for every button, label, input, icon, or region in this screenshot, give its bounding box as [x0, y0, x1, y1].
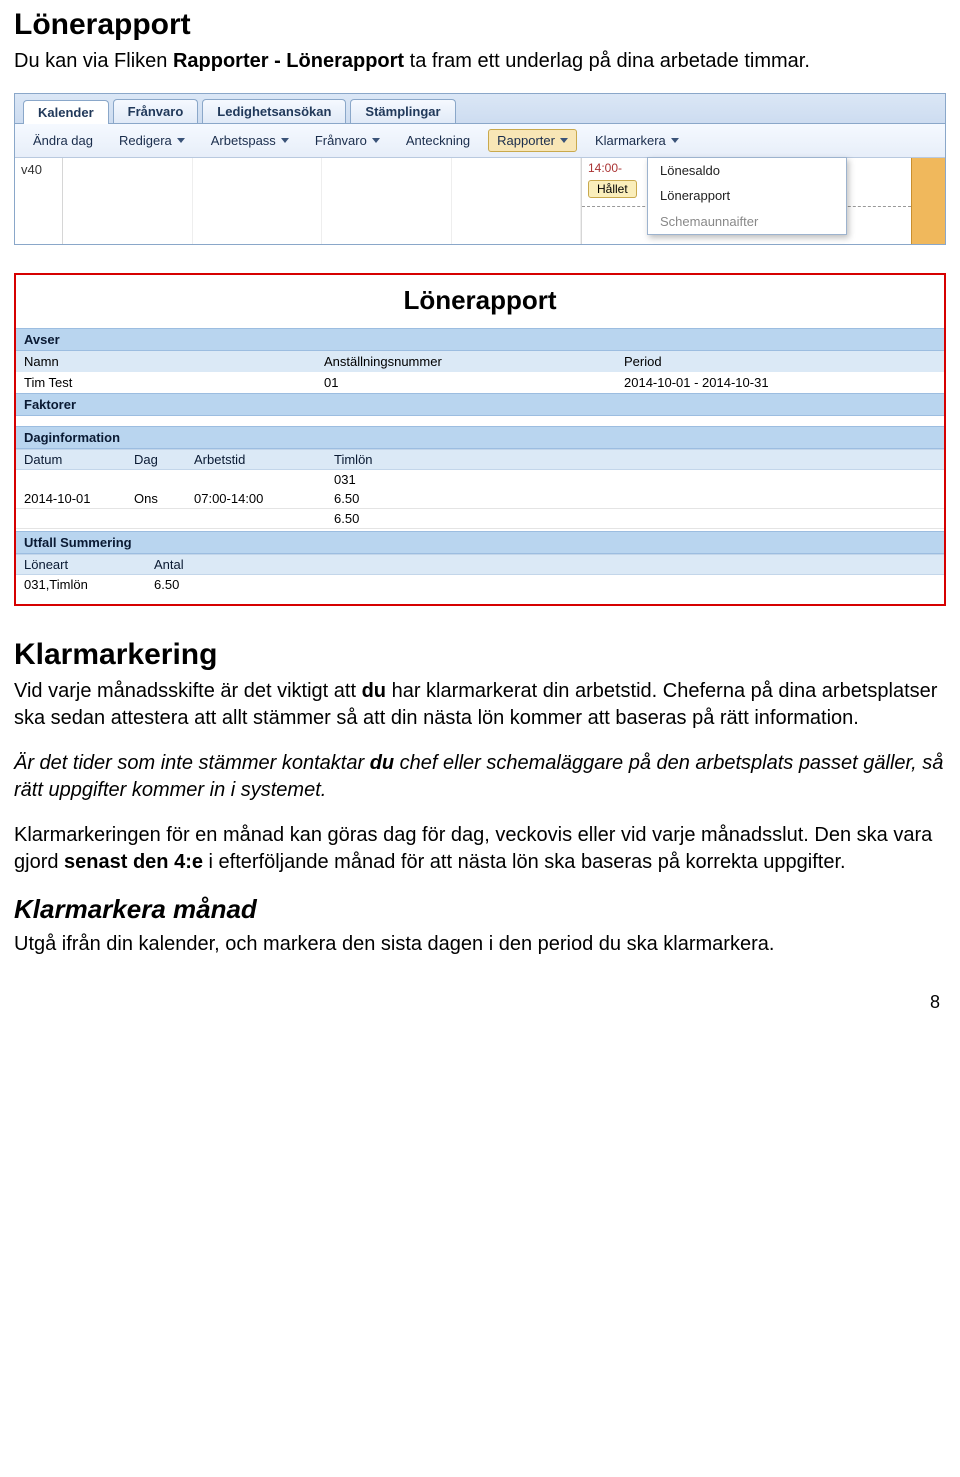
report-lonerapport: Lönerapport Avser Namn Anställningsnumme… — [14, 273, 946, 606]
week-label: v40 — [15, 158, 63, 244]
dag-headers: Datum Dag Arbetstid Timlön — [16, 449, 944, 470]
dag-row-sum: 6.50 — [16, 509, 944, 529]
col-loneart: Löneart — [24, 557, 154, 572]
toolbar-andra-dag[interactable]: Ändra dag — [25, 130, 101, 151]
text: i efterföljande månad för att nästa lön … — [203, 851, 846, 873]
col-antal: Antal — [154, 557, 254, 572]
tab-strip: Kalender Frånvaro Ledighetsansökan Stämp… — [15, 94, 945, 124]
cell-timlon-code: 031 — [334, 472, 434, 487]
text: Vid varje månadsskifte är det viktigt at… — [14, 680, 362, 702]
text-bold: du — [362, 680, 386, 702]
page-number: 8 — [14, 976, 946, 1017]
heading-lonerapport: Lönerapport — [14, 8, 946, 42]
menu-item-schemauppgifter[interactable]: Schemaunnaifter — [648, 208, 846, 234]
toolbar-redigera[interactable]: Redigera — [111, 130, 193, 151]
col-datum: Datum — [24, 452, 134, 467]
status-tag-hallet: Hållet — [588, 180, 637, 198]
col-period: Period — [624, 354, 936, 369]
report-title: Lönerapport — [16, 285, 944, 316]
cell-namn: Tim Test — [24, 375, 324, 390]
menu-item-lonesaldo[interactable]: Lönesaldo — [648, 158, 846, 183]
col-dag: Dag — [134, 452, 194, 467]
utfall-headers: Löneart Antal — [16, 554, 944, 575]
section-daginformation: Daginformation — [16, 426, 944, 449]
text-bold: du — [370, 752, 394, 774]
rapporter-dropdown: Lönesaldo Lönerapport Schemaunnaifter — [647, 157, 847, 235]
text-bold: senast den 4:e — [64, 851, 203, 873]
toolbar-rapporter[interactable]: Rapporter — [488, 129, 577, 152]
tab-kalender[interactable]: Kalender — [23, 100, 109, 124]
toolbar: Ändra dag Redigera Arbetspass Frånvaro A… — [15, 124, 945, 158]
cell-loneart: 031,Timlön — [24, 577, 154, 592]
toolbar-franvaro[interactable]: Frånvaro — [307, 130, 388, 151]
dag-row-1: 2014-10-01 Ons 07:00-14:00 6.50 — [16, 489, 944, 509]
section-utfall: Utfall Summering — [16, 531, 944, 554]
heading-klarmarkering: Klarmarkering — [14, 638, 946, 672]
text-bold: Rapporter - Lönerapport — [173, 50, 404, 72]
tab-franvaro[interactable]: Frånvaro — [113, 99, 199, 123]
menu-item-lonerapport[interactable]: Lönerapport — [648, 183, 846, 208]
cell-anstallningsnummer: 01 — [324, 375, 624, 390]
col-namn: Namn — [24, 354, 324, 369]
cell-timlon: 6.50 — [334, 491, 434, 506]
cell-arbetstid: 07:00-14:00 — [194, 491, 334, 506]
cell-dag: Ons — [134, 491, 194, 506]
orange-day-column — [911, 158, 945, 244]
para-klar-1: Vid varje månadsskifte är det viktigt at… — [14, 678, 946, 732]
para-klar-3: Klarmarkeringen för en månad kan göras d… — [14, 822, 946, 876]
dag-row-code: 031 — [16, 470, 944, 489]
text: ta fram ett underlag på dina arbetade ti… — [404, 50, 810, 72]
heading-klarmarkera-manad: Klarmarkera månad — [14, 894, 946, 925]
col-timlon: Timlön — [334, 452, 434, 467]
toolbar-anteckning[interactable]: Anteckning — [398, 130, 478, 151]
calendar-body: v40 14:00- Hållet Lönesaldo Lönerapport … — [15, 158, 945, 244]
app-screenshot-calendar: Kalender Frånvaro Ledighetsansökan Stämp… — [14, 93, 946, 245]
cell-datum: 2014-10-01 — [24, 491, 134, 506]
para-klar-2: Är det tider som inte stämmer kontaktar … — [14, 750, 946, 804]
calendar-columns — [63, 158, 581, 244]
cell-period: 2014-10-01 - 2014-10-31 — [624, 375, 936, 390]
para-lonerapport-intro: Du kan via Fliken Rapporter - Lönerappor… — [14, 48, 946, 75]
col-anstallningsnummer: Anställningsnummer — [324, 354, 624, 369]
text: Är det tider som inte stämmer kontaktar — [14, 752, 370, 774]
col-arbetstid: Arbetstid — [194, 452, 334, 467]
avser-row: Tim Test 01 2014-10-01 - 2014-10-31 — [16, 372, 944, 393]
tab-stamplingar[interactable]: Stämplingar — [350, 99, 455, 123]
section-faktorer: Faktorer — [16, 393, 944, 416]
utfall-row: 031,Timlön 6.50 — [16, 575, 944, 594]
cell-timlon-sum: 6.50 — [334, 511, 434, 526]
cell-antal: 6.50 — [154, 577, 254, 592]
avser-column-headers: Namn Anställningsnummer Period — [16, 351, 944, 372]
toolbar-klarmarkera[interactable]: Klarmarkera — [587, 130, 687, 151]
para-klarmanad: Utgå ifrån din kalender, och markera den… — [14, 931, 946, 958]
toolbar-arbetspass[interactable]: Arbetspass — [203, 130, 297, 151]
section-avser: Avser — [16, 328, 944, 351]
text: Du kan via Fliken — [14, 50, 173, 72]
day-column: 14:00- Hållet Lönesaldo Lönerapport Sche… — [581, 158, 911, 244]
tab-ledighetsansokan[interactable]: Ledighetsansökan — [202, 99, 346, 123]
